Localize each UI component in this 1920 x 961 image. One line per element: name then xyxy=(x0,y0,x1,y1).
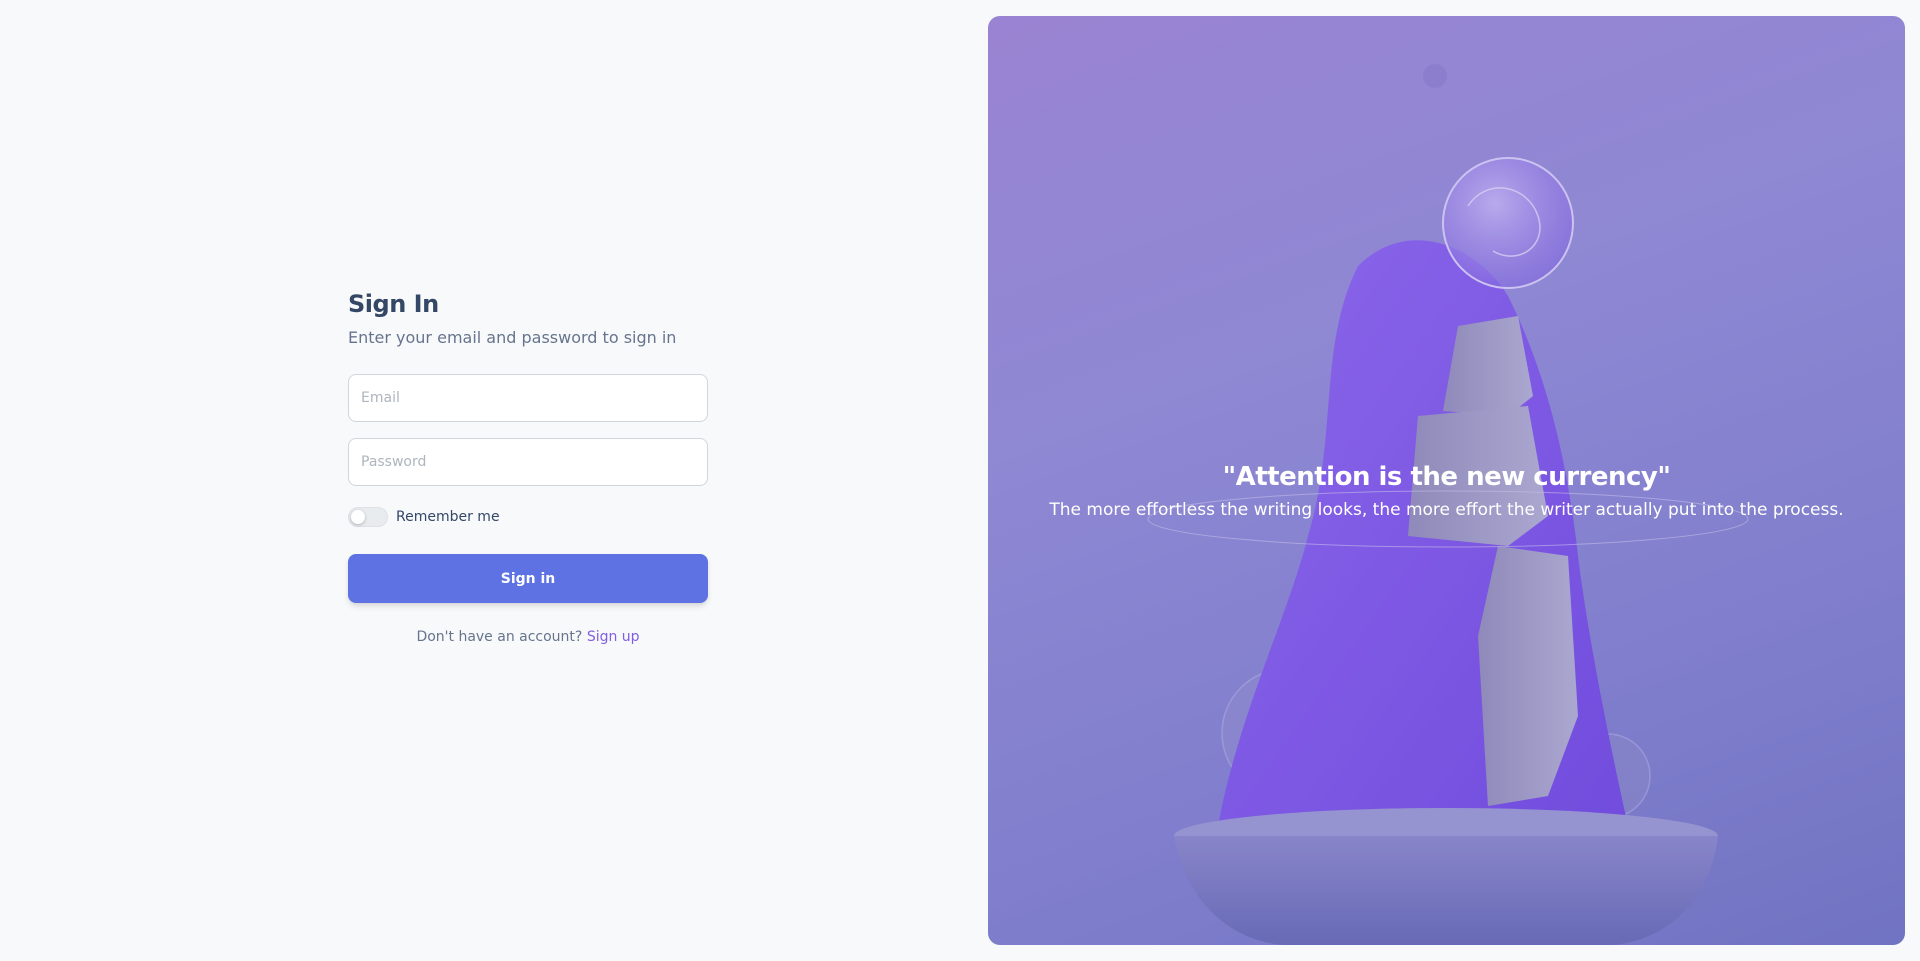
sign-in-form: Sign In Enter your email and password to… xyxy=(348,286,708,645)
email-field[interactable] xyxy=(348,374,708,422)
remember-me-toggle[interactable] xyxy=(348,507,388,527)
sign-in-button[interactable]: Sign in xyxy=(348,554,708,603)
remember-me-label[interactable]: Remember me xyxy=(396,509,500,525)
sign-in-page: Sign In Enter your email and password to… xyxy=(0,0,1920,961)
remember-me-row: Remember me xyxy=(348,505,708,529)
page-title: Sign In xyxy=(348,290,439,318)
hero-caption: "Attention is the new currency" The more… xyxy=(988,462,1905,520)
signup-prompt-row: Don't have an account? Sign up xyxy=(348,629,708,645)
page-subtitle: Enter your email and password to sign in xyxy=(348,328,677,347)
toggle-knob xyxy=(351,510,365,524)
sign-up-link[interactable]: Sign up xyxy=(587,629,640,645)
signup-prompt-text: Don't have an account? xyxy=(416,629,583,645)
password-field[interactable] xyxy=(348,438,708,486)
hero-quote: "Attention is the new currency" xyxy=(1222,462,1671,492)
hero-subtext: The more effortless the writing looks, t… xyxy=(1049,500,1844,520)
hero-panel: "Attention is the new currency" The more… xyxy=(988,16,1905,945)
